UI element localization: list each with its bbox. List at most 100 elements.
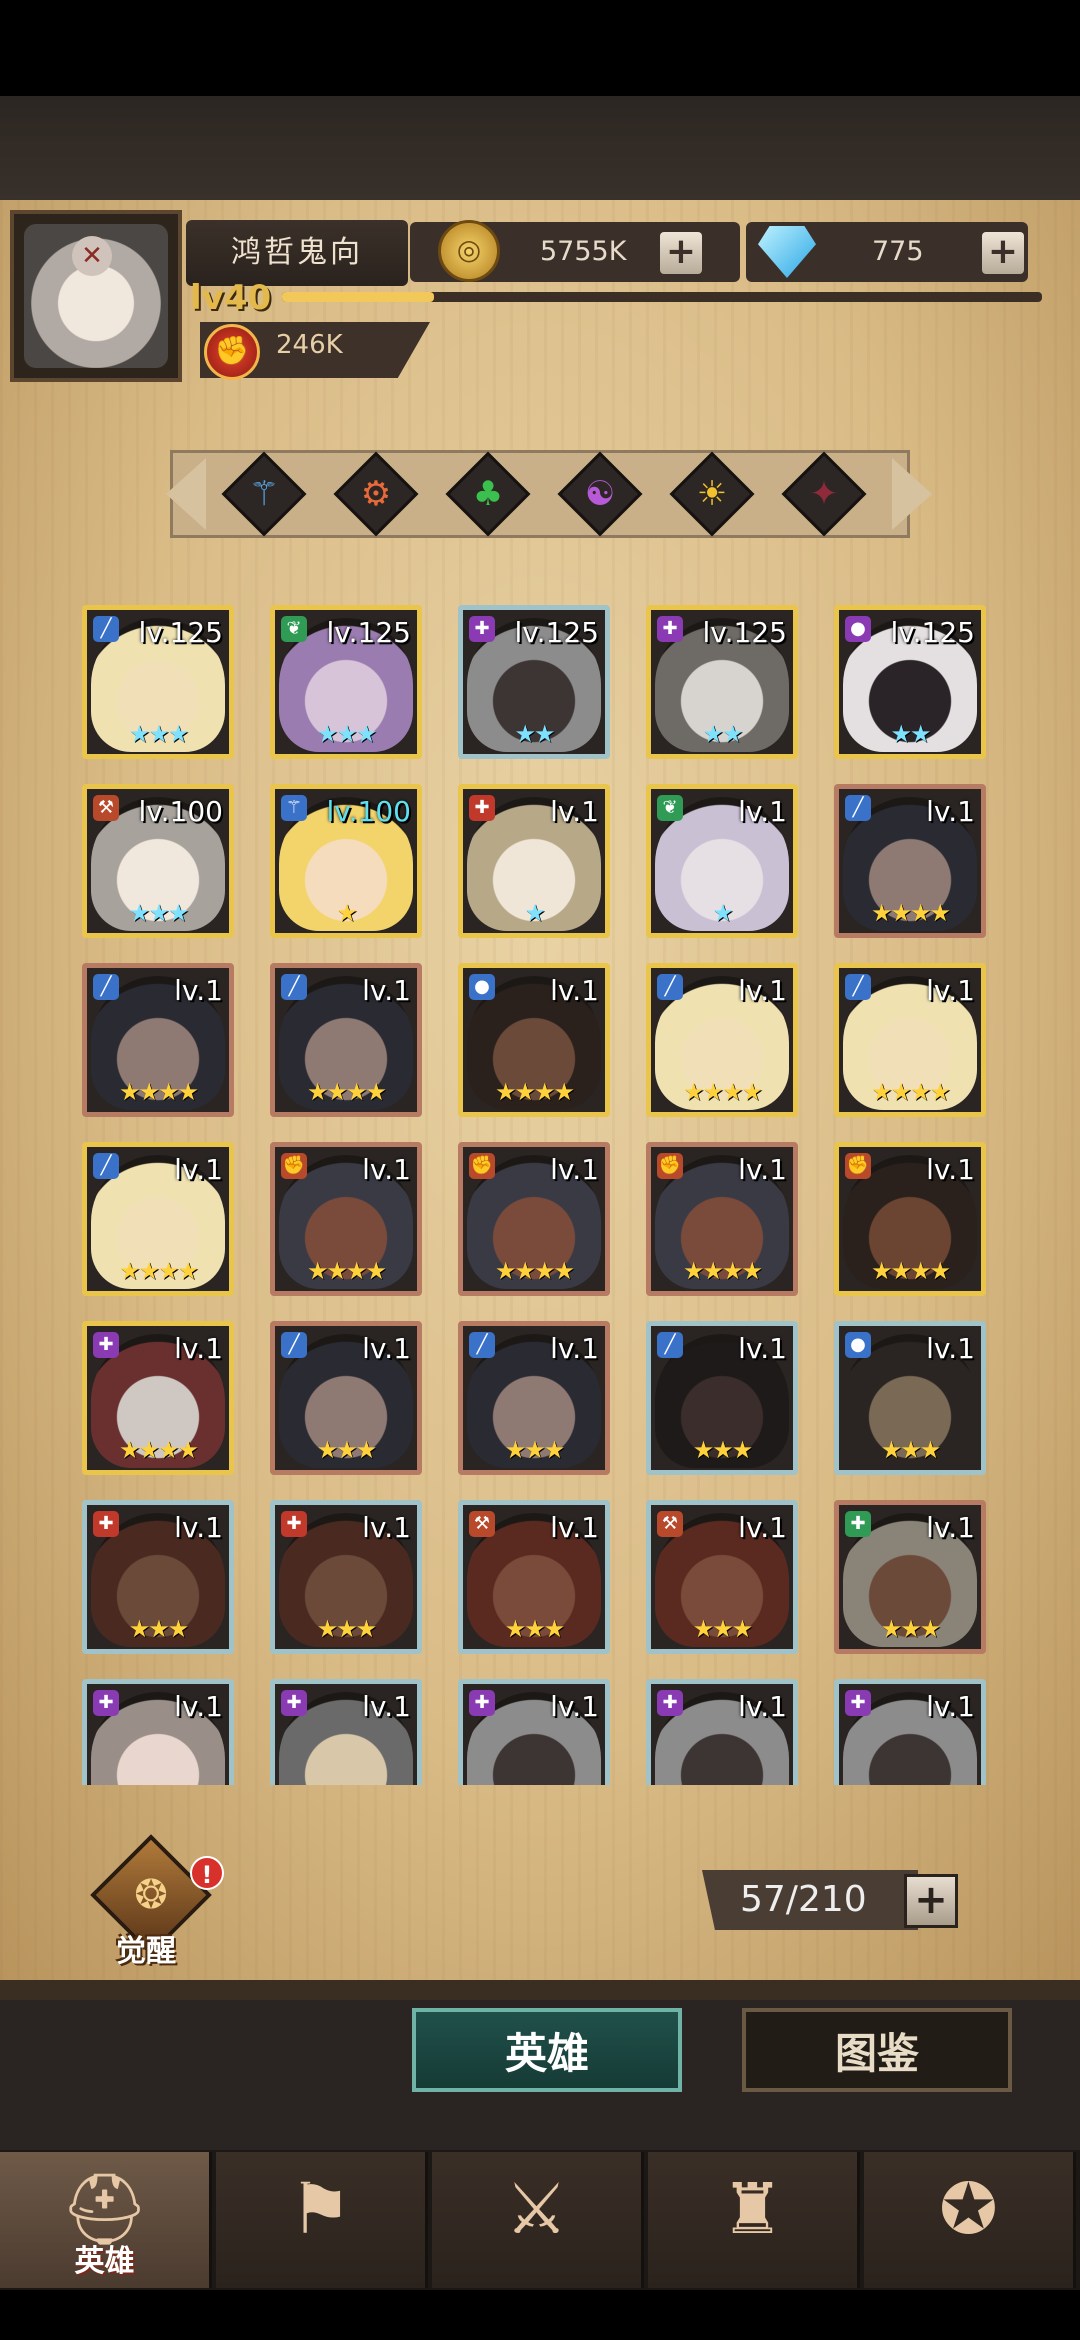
hero-stars: ★★★ (316, 1615, 378, 1643)
tab-codex[interactable]: 图鉴 (742, 2008, 1012, 2092)
hero-card[interactable]: ╱ lv.1 ★★★★ (834, 963, 986, 1117)
fist-class-icon: ✊ (469, 1153, 495, 1179)
hero-card[interactable]: ✚ lv.1 ★ (458, 784, 610, 938)
hero-level: lv.1 (362, 1511, 411, 1544)
hero-card[interactable]: ✚ lv.1 ★★★ (82, 1500, 234, 1654)
hero-card[interactable]: ❦ lv.1 ★ (646, 784, 798, 938)
filter-orb-class[interactable]: ☯ (557, 451, 643, 537)
heal-class-icon: ✚ (281, 1511, 307, 1537)
hero-level: lv.1 (926, 1690, 975, 1723)
nav-castle[interactable]: ♜ (648, 2152, 860, 2288)
filter-demon-class[interactable]: ✦ (781, 451, 867, 537)
nav-crossed-swords[interactable]: ⚔ (432, 2152, 644, 2288)
player-level: lv40 (190, 278, 272, 318)
tab-heroes[interactable]: 英雄 (412, 2008, 682, 2092)
gold-add-button[interactable]: + (660, 232, 702, 274)
hero-card[interactable]: ╱ lv.1 ★★★★ (270, 963, 422, 1117)
hero-level: lv.1 (926, 974, 975, 1007)
hero-card[interactable]: ✚ lv.1 ★★★★ (82, 1321, 234, 1475)
hero-level: lv.100 (138, 795, 223, 828)
hero-card[interactable]: ✚ lv.125 ★★ (646, 605, 798, 759)
hero-stars: ★ (712, 899, 734, 927)
hero-level: lv.1 (550, 1153, 599, 1186)
holy-class-icon: ✚ (93, 1690, 119, 1716)
hero-card[interactable]: ⚚ lv.100 ★ (270, 784, 422, 938)
hero-stars: ★★★★ (494, 1257, 575, 1285)
fist-class-icon: ✊ (657, 1153, 683, 1179)
hero-card[interactable]: ● lv.1 ★★★★ (458, 963, 610, 1117)
hero-card[interactable]: ╱ lv.1 ★★★★ (834, 784, 986, 938)
hero-card[interactable]: ● lv.125 ★★ (834, 605, 986, 759)
hero-card[interactable]: ╱ lv.1 ★★★ (270, 1321, 422, 1475)
hero-stars: ★★★★ (682, 1078, 763, 1106)
hero-card[interactable]: ╱ lv.1 ★★★★ (82, 1142, 234, 1296)
filter-gear-class[interactable]: ⚙ (333, 451, 419, 537)
holy-class-icon: ✚ (657, 1690, 683, 1716)
hero-card[interactable]: ⚒ lv.1 ★★★ (458, 1500, 610, 1654)
hero-card[interactable]: ✚ lv.1 (834, 1679, 986, 1785)
capacity-add-button[interactable]: + (904, 1874, 958, 1928)
nav-handshake-emblem[interactable]: ✪ (864, 2152, 1076, 2288)
hero-stars: ★ (524, 899, 546, 927)
hero-card[interactable]: ● lv.1 ★★★ (834, 1321, 986, 1475)
nav-label: 英雄 (74, 2244, 135, 2279)
heal-class-icon: ✚ (469, 795, 495, 821)
demon-class-icon: ✦ (809, 474, 839, 514)
hero-card[interactable]: ✚ lv.1 ★★★ (270, 1500, 422, 1654)
hero-card[interactable]: ✚ lv.1 (82, 1679, 234, 1785)
hero-card[interactable]: ❦ lv.125 ★★★ (270, 605, 422, 759)
hero-level: lv.1 (174, 974, 223, 1007)
holy-class-icon: ✚ (469, 1690, 495, 1716)
hero-level: lv.1 (926, 1153, 975, 1186)
orb-class-icon: ● (845, 616, 871, 642)
gold-value: 5755K (540, 236, 627, 267)
hero-level: lv.125 (138, 616, 223, 649)
hero-card[interactable]: ✊ lv.1 ★★★★ (458, 1142, 610, 1296)
hero-card[interactable]: ⚒ lv.100 ★★★ (82, 784, 234, 938)
gear-class-icon: ⚙ (360, 474, 392, 514)
hero-card[interactable]: ╱ lv.1 ★★★★ (82, 963, 234, 1117)
hero-stars: ★★★ (128, 899, 190, 927)
hero-card[interactable]: ✚ lv.125 ★★ (458, 605, 610, 759)
heal-class-icon: ✚ (93, 1511, 119, 1537)
hero-card[interactable]: ╱ lv.1 ★★★ (458, 1321, 610, 1475)
hero-level: lv.1 (738, 795, 787, 828)
player-avatar[interactable]: ✕ (10, 210, 182, 382)
gem-add-button[interactable]: + (982, 232, 1024, 274)
hero-level: lv.125 (702, 616, 787, 649)
hero-card[interactable]: ╱ lv.1 ★★★ (646, 1321, 798, 1475)
hero-card[interactable]: ✚ lv.1 (270, 1679, 422, 1785)
hero-level: lv.1 (362, 1332, 411, 1365)
hero-level: lv.1 (738, 1690, 787, 1723)
hero-level: lv.1 (738, 1511, 787, 1544)
hero-card[interactable]: ✚ lv.1 (646, 1679, 798, 1785)
hero-card[interactable]: ✚ lv.1 (458, 1679, 610, 1785)
filter-clover-class[interactable]: ♣ (445, 451, 531, 537)
blade-class-icon: ╱ (93, 616, 119, 642)
hero-level: lv.1 (550, 1511, 599, 1544)
hero-level: lv.125 (514, 616, 599, 649)
blade-class-icon: ╱ (281, 974, 307, 1000)
hero-card[interactable]: ✊ lv.1 ★★★★ (270, 1142, 422, 1296)
hero-stars: ★★★★ (870, 1257, 951, 1285)
filter-sun-class[interactable]: ☀ (669, 451, 755, 537)
nav-flag-wheel[interactable]: ⚑ (216, 2152, 428, 2288)
hero-stars: ★★★★ (870, 1078, 951, 1106)
herb-class-icon: ❦ (657, 795, 683, 821)
staff-class-icon: ⚚ (281, 795, 307, 821)
hero-card[interactable]: ╱ lv.125 ★★★ (82, 605, 234, 759)
helmet-cross-icon: ✕ (72, 236, 112, 276)
sun-class-icon: ☀ (696, 474, 728, 514)
hero-card[interactable]: ╱ lv.1 ★★★★ (646, 963, 798, 1117)
hero-stars: ★★★ (316, 720, 378, 748)
hero-card[interactable]: ⚒ lv.1 ★★★ (646, 1500, 798, 1654)
holy-class-icon: ✚ (469, 616, 495, 642)
hero-card[interactable]: ✚ lv.1 ★★★ (834, 1500, 986, 1654)
xp-bar (282, 292, 1042, 302)
hero-card[interactable]: ✊ lv.1 ★★★★ (834, 1142, 986, 1296)
filter-staff-class[interactable]: ⚚ (221, 451, 307, 537)
blade-class-icon: ╱ (281, 1332, 307, 1358)
hero-card[interactable]: ✊ lv.1 ★★★★ (646, 1142, 798, 1296)
orb-class-icon: ● (845, 1332, 871, 1358)
nav-helmet[interactable]: ⛑ 英雄 (0, 2152, 212, 2288)
